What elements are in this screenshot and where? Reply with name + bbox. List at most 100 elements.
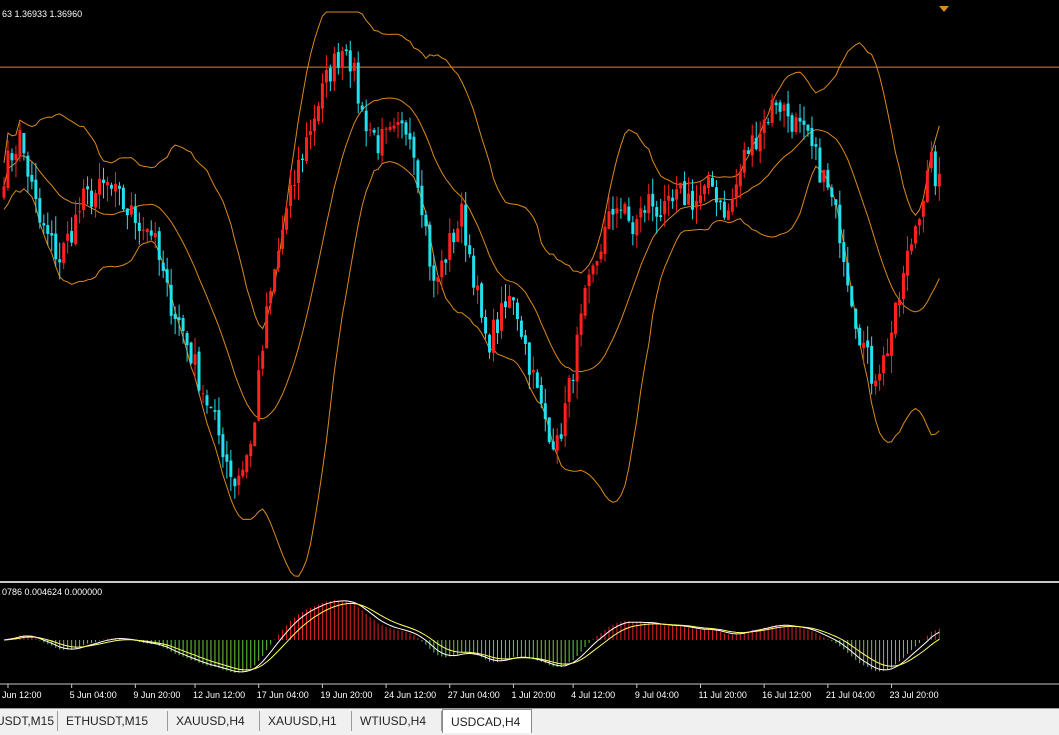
- candle-body: [74, 214, 78, 245]
- candle-body: [702, 185, 706, 195]
- candle-body: [527, 342, 531, 375]
- candle-body: [297, 159, 301, 183]
- candle-body: [189, 342, 193, 364]
- candle-body: [933, 151, 937, 187]
- candle-body: [826, 169, 830, 188]
- candle-body: [452, 232, 456, 243]
- candle-body: [714, 187, 718, 203]
- candle-body: [567, 377, 571, 402]
- candle-body: [304, 137, 308, 162]
- candle-body: [559, 434, 563, 439]
- candle-body: [802, 120, 806, 125]
- candle-body: [611, 208, 615, 215]
- candle-body: [770, 99, 774, 123]
- candle-body: [631, 222, 635, 235]
- candle-body: [925, 170, 929, 203]
- candle-body: [448, 233, 452, 260]
- candle-body: [376, 135, 380, 154]
- candle-body: [185, 333, 189, 346]
- chart-area[interactable]: 63 1.36933 1.36960 0786 0.004624 0.00000…: [0, 0, 1059, 708]
- candle-body: [14, 153, 18, 161]
- candle-body: [519, 320, 523, 337]
- candle-body: [480, 283, 484, 318]
- candle-body: [213, 410, 217, 412]
- candle-body: [822, 169, 826, 183]
- time-axis-label: 23 Jul 20:00: [890, 690, 939, 700]
- candle-body: [332, 53, 336, 82]
- symbol-tab[interactable]: XAUUSD,H1: [260, 711, 352, 731]
- candle-body: [870, 345, 874, 384]
- candle-body: [221, 434, 225, 458]
- candle-body: [890, 332, 894, 356]
- candle-body: [543, 403, 547, 420]
- time-axis-label: 17 Jun 04:00: [257, 690, 309, 700]
- candle-body: [316, 105, 320, 122]
- candle-body: [113, 183, 117, 192]
- candle-body: [555, 435, 559, 451]
- candle-body: [432, 265, 436, 281]
- candle-body: [679, 182, 683, 189]
- symbol-tab[interactable]: USDCAD,H4: [442, 709, 532, 733]
- candle-body: [78, 211, 82, 213]
- candle-body: [249, 444, 253, 457]
- candle-body: [866, 340, 870, 348]
- candle-body: [356, 62, 360, 104]
- candle-body: [710, 177, 714, 187]
- candle-body: [253, 422, 257, 447]
- candle-body: [929, 152, 933, 169]
- candle-body: [643, 210, 647, 213]
- symbol-tab[interactable]: XAUUSD,H4: [168, 711, 260, 731]
- time-axis-label: 1 Jul 20:00: [511, 690, 555, 700]
- candle-body: [10, 153, 14, 161]
- symbol-tab[interactable]: USDT,M15: [0, 711, 58, 731]
- time-axis-label: 12 Jun 12:00: [193, 690, 245, 700]
- candle-body: [830, 187, 834, 198]
- candle-body: [718, 200, 722, 203]
- candle-body: [197, 351, 201, 391]
- candle-body: [157, 231, 161, 260]
- candle-body: [125, 208, 129, 216]
- candle-body: [285, 208, 289, 230]
- candle-body: [105, 181, 109, 186]
- candle-body: [591, 265, 595, 275]
- candle-body: [312, 118, 316, 132]
- candle-body: [460, 203, 464, 227]
- candle-body: [838, 204, 842, 244]
- candle-body: [38, 198, 42, 223]
- candle-body: [607, 211, 611, 229]
- candle-body: [762, 119, 766, 133]
- candle-body: [408, 133, 412, 140]
- price-chart[interactable]: 63 1.36933 1.36960 0786 0.004624 0.00000…: [0, 0, 1059, 708]
- candle-body: [874, 380, 878, 387]
- candle-body: [6, 150, 10, 188]
- candle-body: [814, 144, 818, 147]
- time-axis-label: 27 Jun 04:00: [448, 690, 500, 700]
- symbol-tab[interactable]: WTIUSD,H4: [352, 711, 442, 731]
- candle-body: [758, 133, 762, 152]
- time-axis-label: 21 Jul 04:00: [826, 690, 875, 700]
- candle-body: [635, 218, 639, 236]
- candle-body: [659, 215, 663, 218]
- candle-body: [921, 200, 925, 217]
- candle-body: [878, 373, 882, 381]
- candle-body: [161, 262, 165, 271]
- symbol-tab[interactable]: ETHUSDT,M15: [58, 711, 168, 731]
- candle-body: [2, 186, 6, 198]
- candle-body: [734, 184, 738, 198]
- candle-body: [496, 319, 500, 334]
- candle-body: [730, 200, 734, 212]
- candle-body: [209, 407, 213, 409]
- candle-body: [854, 308, 858, 329]
- candle-body: [193, 354, 197, 365]
- candle-body: [894, 302, 898, 335]
- candle-body: [901, 273, 905, 299]
- candle-body: [424, 214, 428, 227]
- candle-body: [503, 301, 507, 308]
- candle-body: [42, 223, 46, 226]
- candle-body: [818, 147, 822, 183]
- candle-body: [667, 195, 671, 201]
- candle-body: [404, 122, 408, 135]
- candle-body: [806, 124, 810, 131]
- candle-body: [66, 233, 70, 241]
- candle-body: [742, 149, 746, 173]
